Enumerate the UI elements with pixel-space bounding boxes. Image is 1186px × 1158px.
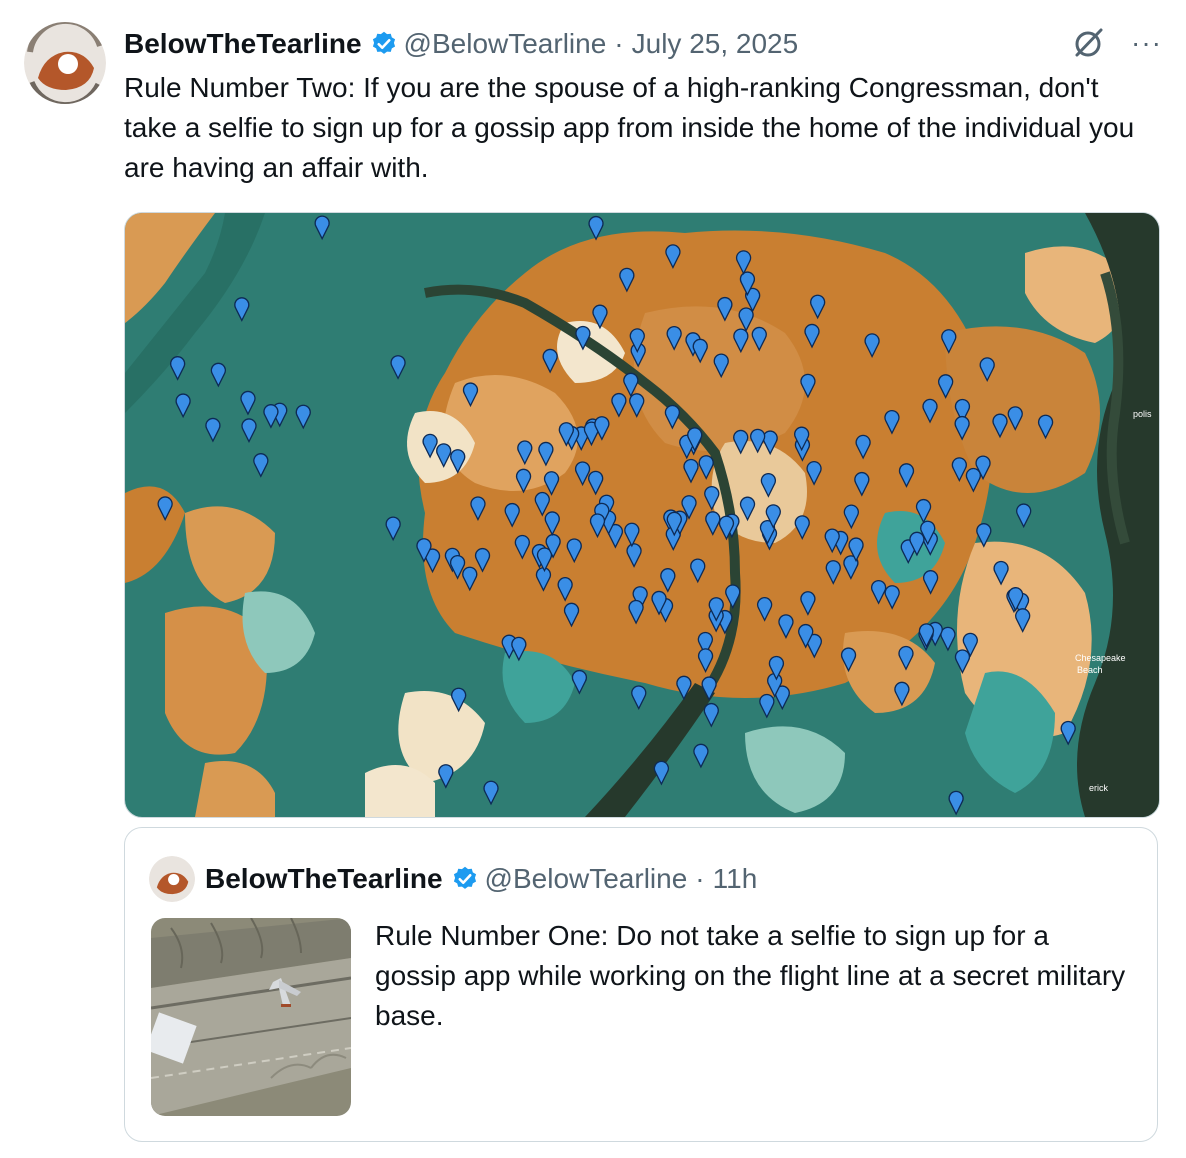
map-label-beach: Beach <box>1077 665 1103 675</box>
tweet-date[interactable]: July 25, 2025 <box>632 28 799 60</box>
quoted-tweet-time[interactable]: 11h <box>713 863 758 895</box>
author-name[interactable]: BelowTheTearline <box>124 28 362 60</box>
quoted-author-handle[interactable]: @BelowTearline <box>485 863 688 895</box>
quoted-author-name[interactable]: BelowTheTearline <box>205 863 443 895</box>
map-image: Chesapeake Beach erick polis <box>125 213 1159 817</box>
author-handle[interactable]: @BelowTearline <box>404 28 607 60</box>
verified-badge-icon <box>451 865 479 893</box>
separator-dot: · <box>695 863 705 894</box>
quoted-tweet-text: Rule Number One: Do not take a selfie to… <box>375 920 1126 1031</box>
map-label-annapolis: polis <box>1133 409 1152 419</box>
author-avatar[interactable] <box>24 22 106 104</box>
quoted-tweet[interactable]: BelowTheTearline @BelowTearline · 11h Ru… <box>124 827 1158 1142</box>
separator-dot: · <box>614 28 624 59</box>
quoted-tweet-header: BelowTheTearline @BelowTearline · 11h <box>205 858 757 900</box>
quoted-author-avatar[interactable] <box>149 856 195 902</box>
grok-icon[interactable] <box>1069 24 1107 62</box>
tweet-text: Rule Number Two: If you are the spouse o… <box>124 72 1135 183</box>
tweet-actions-top: ··· <box>1069 24 1162 62</box>
tweet-header: BelowTheTearline @BelowTearline · July 2… <box>124 24 1166 64</box>
quoted-tweet-thumbnail[interactable] <box>151 918 351 1116</box>
tweet-media-map[interactable]: Chesapeake Beach erick polis <box>124 212 1160 818</box>
map-label-frederick: erick <box>1089 783 1109 793</box>
verified-badge-icon <box>370 30 398 58</box>
more-icon[interactable]: ··· <box>1131 29 1162 57</box>
map-label-chesapeake: Chesapeake <box>1075 653 1126 663</box>
